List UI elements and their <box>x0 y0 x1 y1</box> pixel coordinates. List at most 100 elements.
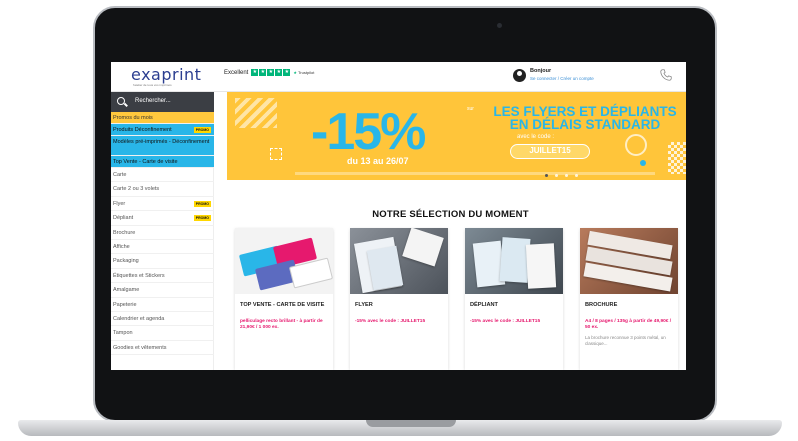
camera-icon <box>497 23 502 28</box>
sidebar-item-label: Goodies et vêtements <box>113 344 167 351</box>
star-icon: ★ <box>267 69 275 76</box>
circle-decoration <box>625 134 647 156</box>
trustpilot-rating: Excellent <box>224 69 249 76</box>
sidebar-item-label: Tampon <box>113 330 133 337</box>
logo-tagline: l'atelier de tous vos imprimés <box>133 83 172 87</box>
star-icon: ★ <box>275 69 283 76</box>
product-card-leaflet[interactable]: DÉPLIANT -15% avec le code : JUILLET15 <box>465 228 563 370</box>
product-card-flyer[interactable]: FLYER -15% avec le code : JUILLET15 <box>350 228 448 370</box>
sidebar-item[interactable]: Produits Déconfinement PROMO <box>111 124 214 136</box>
product-name: DÉPLIANT <box>470 302 498 308</box>
sidebar-item-label: Brochure <box>113 229 136 236</box>
sidebar-item[interactable]: Dépliant PROMO <box>111 211 214 226</box>
promo-badge: PROMO <box>193 127 211 133</box>
carousel-dots <box>545 174 578 177</box>
sidebar-item[interactable]: Étiquettes et Stickers <box>111 269 214 284</box>
site-logo[interactable]: exaprint <box>131 65 201 84</box>
search-icon <box>117 97 125 105</box>
category-menu: Promos du mois Produits Déconfinement PROM… <box>111 112 214 356</box>
sidebar-item-label: Amalgame <box>113 287 140 294</box>
sidebar-item[interactable]: Promos du mois <box>111 112 214 124</box>
browser-screen: exaprint l'atelier de tous vos imprimés … <box>111 62 686 370</box>
sidebar-item-label: Packaging <box>113 258 139 265</box>
carousel-dot[interactable] <box>545 174 548 177</box>
sidebar-item-label: Promos du mois <box>113 115 153 121</box>
login-link[interactable]: Se connecter <box>530 76 557 81</box>
sidebar-item-label: Dépliant <box>113 215 134 222</box>
product-promo: -15% avec le code : JUILLET15 <box>355 319 426 324</box>
user-account[interactable]: Bonjour Se connecter / Créer un compte <box>513 67 623 87</box>
carousel-dot[interactable] <box>565 174 568 177</box>
dot-decoration <box>640 160 646 166</box>
sidebar-item[interactable]: Tampon <box>111 326 214 341</box>
banner-dates: du 13 au 26/07 <box>347 156 409 166</box>
product-name: BROCHURE <box>585 302 618 308</box>
carousel-dot[interactable] <box>575 174 578 177</box>
sidebar-item-label: Produits Déconfinement <box>113 127 172 133</box>
product-promo: pelliculage recto brillant - à partir de… <box>240 319 323 330</box>
banner-promo-code: JUILLET15 <box>510 144 590 159</box>
phone-icon[interactable] <box>659 68 673 82</box>
trustpilot-brand: ★ Trustpilot <box>293 70 314 75</box>
sidebar-item-label: Papeterie <box>113 301 137 308</box>
sidebar-item-label: Top Vente - Carte de visite <box>113 159 178 165</box>
section-title: NOTRE SÉLECTION DU MOMENT <box>372 209 529 220</box>
product-name: FLYER <box>355 302 373 308</box>
sidebar-item-label: Calendrier et agenda <box>113 315 165 322</box>
banner-decoration <box>215 92 227 180</box>
product-image <box>465 228 563 294</box>
sidebar-item[interactable]: Papeterie <box>111 298 214 312</box>
product-card-business-card[interactable]: TOP VENTE - CARTE DE VISITE pelliculage … <box>235 228 333 370</box>
banner-prefix: sur <box>467 106 474 112</box>
product-promo: A4 / 8 pages / 135g à partir de 49,90€ /… <box>585 319 672 330</box>
sidebar-item[interactable]: Calendrier et agenda <box>111 312 214 327</box>
search-bar[interactable]: Rechercher... <box>111 92 214 112</box>
promo-banner[interactable]: -15% du 13 au 26/07 sur LES FLYERS ET DÉ… <box>215 92 686 180</box>
product-name: TOP VENTE - CARTE DE VISITE <box>240 302 325 308</box>
sidebar-item[interactable]: Modèles pré-imprimés - Déconfinement <box>111 136 214 156</box>
trustpilot-stars: ★ ★ ★ ★ ★ <box>251 69 291 76</box>
sidebar-item[interactable]: Goodies et vêtements <box>111 341 214 356</box>
promo-badge: PROMO <box>193 200 211 207</box>
account-links: Se connecter / Créer un compte <box>530 76 594 81</box>
carousel-dot[interactable] <box>555 174 558 177</box>
banner-headline: LES FLYERS ET DÉPLIANTS EN DÉLAIS STANDA… <box>493 104 677 132</box>
product-promo: -15% avec le code : JUILLET15 <box>470 319 541 324</box>
banner-code-hint: avec le code : <box>517 134 555 140</box>
sidebar-item[interactable]: Carte <box>111 168 214 183</box>
product-card-brochure[interactable]: BROCHURE A4 / 8 pages / 135g à partir de… <box>580 228 678 370</box>
trustpilot-brand-label: Trustpilot <box>298 70 315 75</box>
product-image <box>350 228 448 294</box>
sidebar-item-label: Affiche <box>113 243 130 250</box>
site-header: exaprint l'atelier de tous vos imprimés … <box>111 62 686 92</box>
trustpilot-star-icon: ★ <box>293 70 297 75</box>
user-icon <box>513 69 526 82</box>
sidebar-item-label: Modèles pré-imprimés - Déconfinement <box>113 139 210 145</box>
trustpilot-widget[interactable]: Excellent ★ ★ ★ ★ ★ ★ Trustpilot <box>224 69 314 76</box>
laptop-notch <box>366 420 456 427</box>
product-image <box>580 228 678 294</box>
sidebar-item[interactable]: Amalgame <box>111 283 214 298</box>
sidebar-item-label: Flyer <box>113 200 126 207</box>
checker-decoration <box>668 142 686 174</box>
sidebar-item-label: Étiquettes et Stickers <box>113 272 165 279</box>
product-image <box>235 228 333 294</box>
banner-discount: -15% <box>311 103 426 161</box>
laptop-base <box>18 420 782 436</box>
greeting: Bonjour <box>530 68 552 74</box>
category-sidebar: Rechercher... Promos du mois Produits Déc… <box>111 92 214 370</box>
promo-badge: PROMO <box>193 215 211 222</box>
sidebar-item[interactable]: Flyer PROMO <box>111 197 214 212</box>
sidebar-item-label: Carte 2 ou 3 volets <box>113 186 160 193</box>
sidebar-item[interactable]: Affiche <box>111 240 214 255</box>
product-description: La brochure reconnue 3 points métal, un … <box>585 335 666 346</box>
sidebar-item[interactable]: Top Vente - Carte de visite <box>111 156 214 168</box>
banner-fineprint <box>295 172 655 175</box>
sidebar-item[interactable]: Carte 2 ou 3 volets <box>111 182 214 197</box>
star-icon: ★ <box>251 69 259 76</box>
sidebar-item[interactable]: Brochure <box>111 226 214 240</box>
stripes-decoration <box>235 98 277 128</box>
search-input[interactable]: Rechercher... <box>135 98 171 104</box>
signup-link[interactable]: Créer un compte <box>560 76 594 81</box>
sidebar-item[interactable]: Packaging <box>111 254 214 269</box>
